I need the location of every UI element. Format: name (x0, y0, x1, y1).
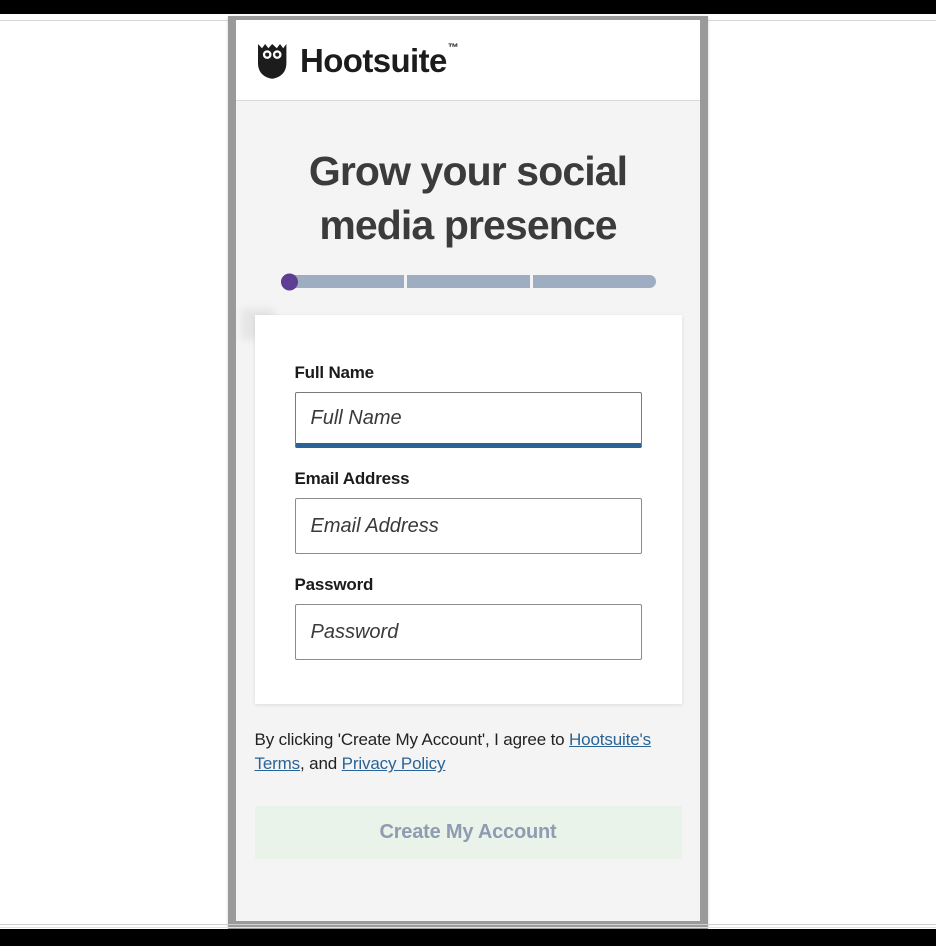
terms-disclaimer: By clicking 'Create My Account', I agree… (255, 728, 682, 776)
viewport-bottom-hairline (0, 924, 936, 925)
privacy-policy-link[interactable]: Privacy Policy (342, 754, 446, 773)
brand-logo[interactable]: Hootsuite™ (256, 41, 459, 79)
password-label: Password (294, 575, 374, 595)
page-title: Grow your social media presence (308, 148, 628, 249)
trademark-symbol: ™ (447, 41, 459, 54)
app-header: Hootsuite™ (236, 20, 700, 101)
app-body: Grow your social media presence Full Nam… (236, 101, 700, 860)
viewport-bottom-hairline-2 (0, 927, 936, 928)
email-address-input[interactable] (294, 498, 642, 555)
progress-current-step-dot (280, 273, 298, 291)
progress-segment-2 (406, 275, 530, 289)
password-input[interactable] (294, 604, 642, 661)
brand-wordmark: Hootsuite™ (300, 41, 459, 79)
email-address-label: Email Address (294, 469, 410, 489)
letterbox-top-bar (0, 0, 936, 14)
signup-form: Full Name Email Address Password (254, 315, 682, 705)
full-name-label: Full Name (294, 363, 375, 383)
letterbox-bottom-bar (0, 929, 936, 946)
owl-icon (258, 44, 287, 79)
field-group-email-address: Email Address (294, 469, 642, 555)
device-frame: Hootsuite™ Grow your social media presen… (228, 16, 708, 929)
progress-segment-3 (532, 275, 656, 289)
field-group-full-name: Full Name (294, 363, 642, 449)
progress-segment-1 (280, 275, 404, 289)
field-group-password: Password (294, 575, 642, 661)
full-name-input[interactable] (294, 392, 642, 449)
brand-name: Hootsuite (300, 41, 447, 79)
signup-progress-bar (280, 273, 656, 291)
terms-middle-text: , and (300, 754, 342, 774)
signup-form-card-wrapper: Full Name Email Address Password (240, 308, 682, 705)
terms-prefix-text: By clicking 'Create My Account', I agree… (254, 730, 570, 750)
create-my-account-button[interactable]: Create My Account (254, 806, 682, 860)
device-screen: Hootsuite™ Grow your social media presen… (236, 20, 700, 921)
